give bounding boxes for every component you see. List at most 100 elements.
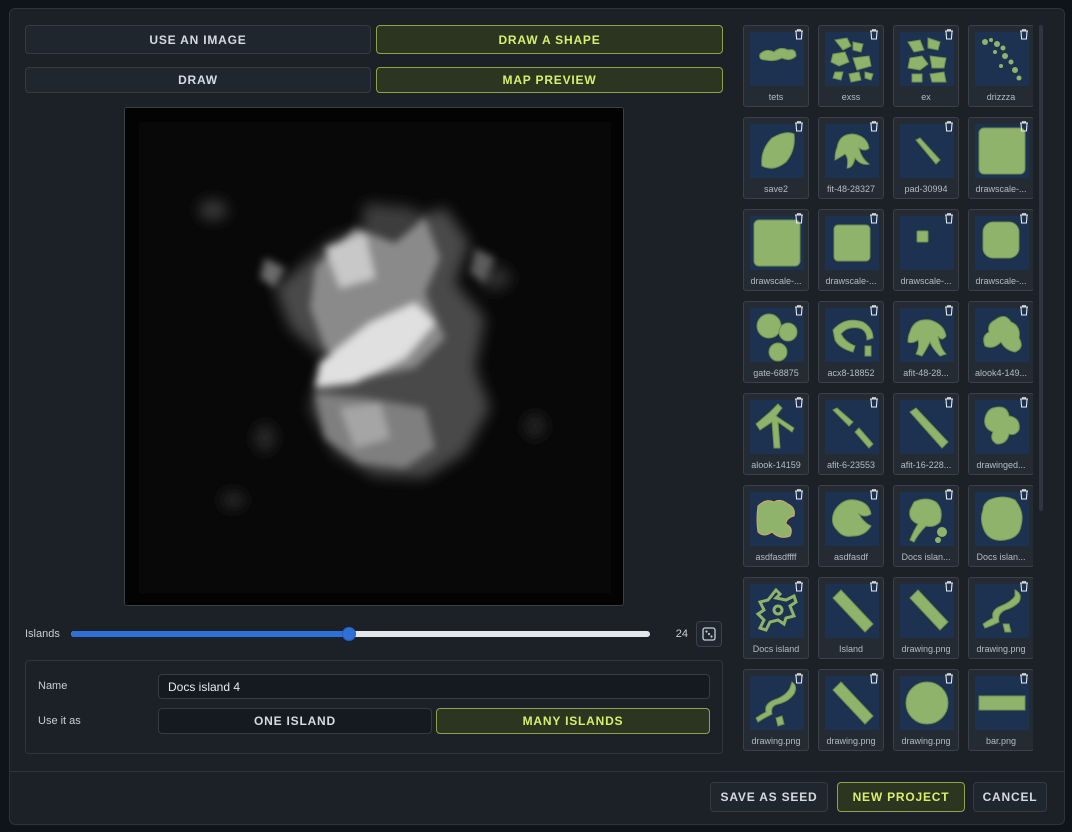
gallery-item[interactable]: drawscale-... [743,209,809,291]
delete-button[interactable] [1018,672,1030,684]
trash-icon [1020,580,1028,592]
delete-button[interactable] [793,396,805,408]
delete-button[interactable] [943,28,955,40]
gallery-item[interactable]: Docs island [743,577,809,659]
delete-button[interactable] [868,672,880,684]
gallery-item[interactable]: pad-30994 [893,117,959,199]
tab-use-an-image[interactable]: USE AN IMAGE [25,25,371,54]
gallery-item[interactable]: alook4-149... [968,301,1033,383]
gallery-item[interactable]: fit-48-28327 [818,117,884,199]
gallery-item[interactable]: drawing.png [893,577,959,659]
gallery-item[interactable]: tets [743,25,809,107]
many-islands-button[interactable]: MANY ISLANDS [436,708,710,734]
gallery-item-thumbnail [825,308,879,362]
gallery-item[interactable]: drawinged... [968,393,1033,475]
gallery-item[interactable]: afit-6-23553 [818,393,884,475]
delete-button[interactable] [1018,28,1030,40]
gallery-item-label: tets [768,92,784,102]
gallery-item-thumbnail [750,676,804,730]
gallery-item[interactable]: asdfasdffff [743,485,809,567]
islands-slider[interactable] [71,627,650,641]
gallery-item[interactable]: drawing.png [818,669,884,751]
gallery-item[interactable]: drawscale-... [968,117,1033,199]
trash-icon [945,120,953,132]
delete-button[interactable] [868,28,880,40]
trash-icon [870,28,878,40]
tab-map-preview[interactable]: MAP PREVIEW [376,67,723,93]
delete-button[interactable] [793,580,805,592]
gallery-item[interactable]: bar.png [968,669,1033,751]
delete-button[interactable] [868,488,880,500]
trash-icon [1020,28,1028,40]
gallery-item[interactable]: ex [893,25,959,107]
gallery-item[interactable]: drawscale-... [818,209,884,291]
gallery-item[interactable]: gate-68875 [743,301,809,383]
delete-button[interactable] [868,580,880,592]
gallery-item[interactable]: drizzza [968,25,1033,107]
delete-button[interactable] [868,120,880,132]
delete-button[interactable] [793,672,805,684]
gallery-item-thumbnail [750,216,804,270]
gallery-item[interactable]: drawing.png [968,577,1033,659]
delete-button[interactable] [1018,488,1030,500]
gallery-item[interactable]: afit-16-228... [893,393,959,475]
gallery-item[interactable]: drawing.png [893,669,959,751]
gallery-scrollbar[interactable] [1039,25,1043,511]
delete-button[interactable] [1018,580,1030,592]
gallery-item-label: afit-6-23553 [826,460,876,470]
name-field[interactable] [158,674,710,699]
gallery-item[interactable]: Docs islan... [968,485,1033,567]
delete-button[interactable] [943,120,955,132]
delete-button[interactable] [793,120,805,132]
delete-button[interactable] [943,580,955,592]
gallery-item[interactable]: exss [818,25,884,107]
gallery-item-thumbnail [900,676,954,730]
gallery-item[interactable]: acx8-18852 [818,301,884,383]
cancel-button[interactable]: CANCEL [973,782,1047,812]
new-project-button[interactable]: NEW PROJECT [837,782,965,812]
islands-slider-thumb[interactable] [341,627,356,641]
gallery-item[interactable]: Island [818,577,884,659]
shape-gallery[interactable]: tets exss ex drizzza save2 fit-48-28327 pad-30… [743,25,1033,753]
delete-button[interactable] [1018,212,1030,224]
delete-button[interactable] [868,396,880,408]
save-as-seed-button[interactable]: SAVE AS SEED [710,782,828,812]
gallery-item[interactable]: drawscale-... [893,209,959,291]
delete-button[interactable] [868,304,880,316]
gallery-item-thumbnail [975,32,1029,86]
delete-button[interactable] [943,396,955,408]
delete-button[interactable] [1018,396,1030,408]
gallery-item[interactable]: afit-48-28... [893,301,959,383]
gallery-item[interactable]: asdfasdf [818,485,884,567]
delete-button[interactable] [943,488,955,500]
gallery-item[interactable]: save2 [743,117,809,199]
trash-icon [870,212,878,224]
trash-icon [945,212,953,224]
delete-button[interactable] [943,304,955,316]
gallery-item-label: drawscale-... [750,276,802,286]
one-island-button[interactable]: ONE ISLAND [158,708,432,734]
footer-divider [9,771,1065,772]
gallery-item[interactable]: drawing.png [743,669,809,751]
gallery-item-thumbnail [975,400,1029,454]
delete-button[interactable] [793,28,805,40]
delete-button[interactable] [943,212,955,224]
gallery-item[interactable]: alook-14159 [743,393,809,475]
gallery-item-thumbnail [750,584,804,638]
randomize-button[interactable] [696,621,722,647]
gallery-item[interactable]: Docs islan... [893,485,959,567]
gallery-item-label: ex [921,92,931,102]
gallery-item[interactable]: drawscale-... [968,209,1033,291]
trash-icon [1020,672,1028,684]
delete-button[interactable] [1018,120,1030,132]
delete-button[interactable] [793,488,805,500]
tab-draw[interactable]: DRAW [25,67,371,93]
delete-button[interactable] [793,212,805,224]
gallery-item-label: drizzza [986,92,1016,102]
gallery-item-label: exss [841,92,861,102]
delete-button[interactable] [1018,304,1030,316]
delete-button[interactable] [943,672,955,684]
delete-button[interactable] [868,212,880,224]
tab-draw-a-shape[interactable]: DRAW A SHAPE [376,25,723,54]
delete-button[interactable] [793,304,805,316]
